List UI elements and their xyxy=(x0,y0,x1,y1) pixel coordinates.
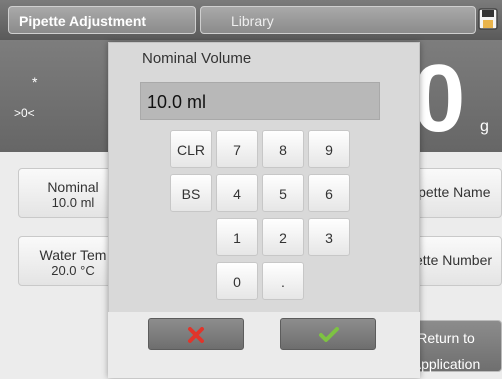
zero-indicator: >0< xyxy=(14,106,35,120)
tab-library[interactable]: Library xyxy=(200,6,476,34)
value-input[interactable]: 10.0 ml xyxy=(140,82,380,120)
key-4[interactable]: 4 xyxy=(216,174,258,212)
key-0[interactable]: 0 xyxy=(216,262,258,300)
key-9[interactable]: 9 xyxy=(308,130,350,168)
tab-pipette-adjustment[interactable]: Pipette Adjustment xyxy=(8,6,196,34)
dialog-title: Nominal Volume xyxy=(142,50,252,67)
cancel-button[interactable] xyxy=(148,318,244,350)
save-icon xyxy=(478,8,498,30)
ok-button[interactable] xyxy=(280,318,376,350)
clear-key[interactable]: CLR xyxy=(170,130,212,168)
check-icon xyxy=(319,327,339,342)
decimal-point-key[interactable]: . xyxy=(262,262,304,300)
save-button[interactable] xyxy=(478,6,498,34)
key-5[interactable]: 5 xyxy=(262,174,304,212)
stability-indicator: * xyxy=(32,74,38,90)
x-icon xyxy=(188,327,204,343)
weight-reading: 0 xyxy=(412,45,466,152)
key-3[interactable]: 3 xyxy=(308,218,350,256)
weight-unit: g xyxy=(480,118,489,135)
key-1[interactable]: 1 xyxy=(216,218,258,256)
button-label: ipette Name xyxy=(415,184,491,200)
button-label: ette Number xyxy=(415,252,493,268)
key-7[interactable]: 7 xyxy=(216,130,258,168)
key-6[interactable]: 6 xyxy=(308,174,350,212)
backspace-key[interactable]: BS xyxy=(170,174,212,212)
key-8[interactable]: 8 xyxy=(262,130,304,168)
key-2[interactable]: 2 xyxy=(262,218,304,256)
